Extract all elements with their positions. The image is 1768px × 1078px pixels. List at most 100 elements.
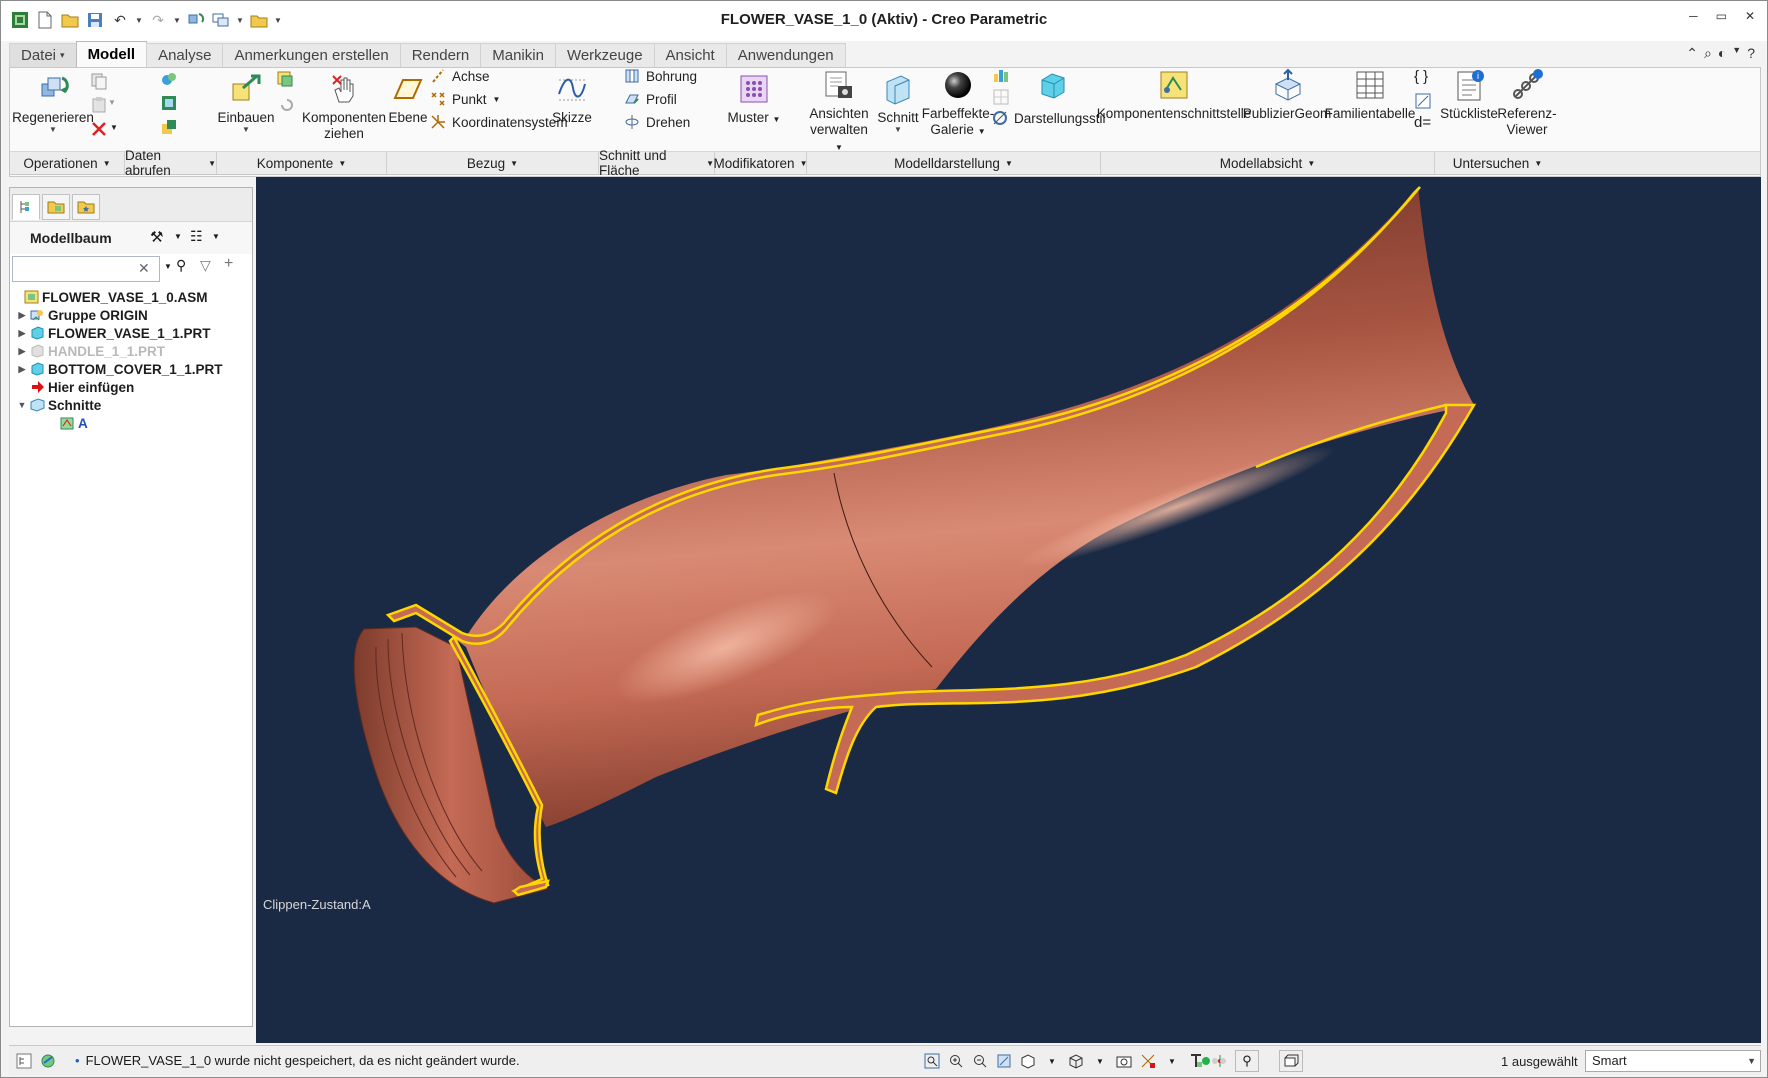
add-column-icon[interactable]: + bbox=[224, 255, 233, 273]
selection-filter-select[interactable]: Smart ▼ bbox=[1585, 1050, 1761, 1072]
undo-dropdown-icon[interactable]: ▼ bbox=[134, 9, 144, 31]
group-modifikatoren[interactable]: Modifikatoren ▼ bbox=[714, 152, 807, 174]
saved-orientations-icon[interactable] bbox=[1019, 1052, 1037, 1070]
community-icon[interactable]: ◐ bbox=[1718, 45, 1726, 62]
tree-item[interactable]: ▼ Schnitte bbox=[10, 396, 252, 414]
tree-expander[interactable]: ▶ bbox=[16, 310, 28, 321]
zoom-in-icon[interactable] bbox=[947, 1052, 965, 1070]
toggle-browser-icon[interactable] bbox=[39, 1052, 57, 1070]
minimize-button[interactable]: ─ bbox=[1689, 9, 1698, 23]
cube-display-icon[interactable] bbox=[1038, 70, 1068, 100]
display-style-status-icon[interactable] bbox=[1067, 1052, 1085, 1070]
copy-geom-icon[interactable] bbox=[160, 94, 178, 112]
tab-ansicht[interactable]: Ansicht bbox=[653, 43, 727, 67]
regenerate-button[interactable]: Regenerieren ▼ bbox=[12, 72, 94, 134]
tab-anwendungen[interactable]: Anwendungen bbox=[725, 43, 846, 67]
group-modellabsicht[interactable]: Modellabsicht ▼ bbox=[1101, 152, 1435, 174]
tree-settings-icon[interactable]: ⚒ bbox=[150, 228, 163, 246]
sketch-button[interactable]: Skizze bbox=[550, 72, 594, 126]
point-button[interactable]: Punkt ▼ bbox=[430, 91, 500, 107]
selection-box-icon[interactable] bbox=[1279, 1050, 1303, 1072]
assemble-button[interactable]: Einbauen ▼ bbox=[210, 72, 282, 134]
revolve-button[interactable]: Drehen bbox=[624, 114, 690, 130]
delete-icon[interactable] bbox=[90, 120, 108, 138]
save-icon[interactable] bbox=[84, 9, 106, 31]
shrinkwrap-icon[interactable] bbox=[160, 70, 178, 88]
tree-columns-dropdown-icon[interactable]: ▼ bbox=[212, 232, 220, 241]
display-style-button[interactable]: Darstellungsstil bbox=[992, 110, 1106, 126]
tree-expander[interactable]: ▶ bbox=[16, 364, 28, 375]
reference-viewer-button[interactable]: Referenz- Viewer bbox=[1494, 68, 1560, 138]
bill-of-materials-button[interactable]: i Stückliste bbox=[1438, 68, 1500, 122]
tree-item[interactable]: Hier einfügen bbox=[10, 378, 252, 396]
redo-dropdown-icon[interactable]: ▼ bbox=[172, 9, 182, 31]
tree-item[interactable]: ▶ FLOWER_VASE_1_1.PRT bbox=[10, 324, 252, 342]
create-component-icon[interactable] bbox=[276, 70, 294, 88]
app-logo-icon[interactable] bbox=[9, 9, 31, 31]
camera-icon[interactable] bbox=[1115, 1052, 1133, 1070]
parameters-icon[interactable] bbox=[1414, 92, 1432, 110]
csys-button[interactable]: Koordinatensystem bbox=[430, 114, 568, 130]
clear-search-icon[interactable]: ✕ bbox=[138, 260, 150, 277]
component-interface-button[interactable]: Komponentenschnittstelle bbox=[1097, 68, 1251, 122]
dimension-label-icon[interactable]: d= bbox=[1414, 114, 1431, 131]
hole-button[interactable]: Bohrung bbox=[624, 68, 697, 84]
delete-dropdown-icon[interactable]: ▼ bbox=[110, 123, 118, 132]
profile-button[interactable]: Profil bbox=[624, 91, 677, 107]
family-table-button[interactable]: Familientabelle bbox=[1325, 68, 1415, 122]
search-icon[interactable]: ⌕ bbox=[1704, 45, 1712, 62]
group-operationen[interactable]: Operationen ▼ bbox=[10, 152, 125, 174]
manage-views-button[interactable]: Ansichten verwalten ▼ bbox=[806, 68, 872, 156]
appearance-gallery-button[interactable]: Farbeffekte- Galerie ▼ bbox=[918, 68, 998, 140]
group-daten-abrufen[interactable]: Daten abrufen ▼ bbox=[125, 148, 217, 178]
tab-analyse[interactable]: Analyse bbox=[146, 43, 224, 67]
windows-dropdown-icon[interactable]: ▼ bbox=[235, 9, 245, 31]
paste-icon[interactable] bbox=[90, 96, 108, 114]
tab-folder-browser[interactable] bbox=[42, 194, 70, 220]
tab-model-tree[interactable] bbox=[12, 194, 40, 220]
tree-columns-icon[interactable]: ☷ bbox=[190, 228, 203, 245]
tree-item[interactable]: ▶ HANDLE_1_1.PRT bbox=[10, 342, 252, 360]
drag-components-button[interactable]: Komponenten ziehen bbox=[302, 72, 386, 142]
tree-expander[interactable]: ▶ bbox=[16, 328, 28, 339]
repaint-icon[interactable] bbox=[995, 1052, 1013, 1070]
customize-toolbar-icon[interactable]: ▼ bbox=[273, 9, 283, 31]
close-button[interactable]: ✕ bbox=[1745, 9, 1755, 23]
axis-button[interactable]: Achse bbox=[430, 68, 490, 84]
refit-icon[interactable] bbox=[923, 1052, 941, 1070]
collapse-ribbon-icon[interactable]: ⌃ bbox=[1686, 45, 1698, 62]
tab-anmerkungen[interactable]: Anmerkungen erstellen bbox=[222, 43, 401, 67]
graphics-viewport[interactable]: Clippen-Zustand:A bbox=[256, 177, 1761, 1043]
tree-item[interactable]: ▶ BOTTOM_COVER_1_1.PRT bbox=[10, 360, 252, 378]
toggle-navigator-icon[interactable] bbox=[15, 1052, 33, 1070]
regenerate-small-icon[interactable] bbox=[185, 9, 207, 31]
zoom-out-icon[interactable] bbox=[971, 1052, 989, 1070]
close-window-folder-icon[interactable] bbox=[248, 9, 270, 31]
datum-dropdown-icon[interactable]: ▼ bbox=[1163, 1052, 1181, 1070]
search-dropdown-icon[interactable]: ▼ bbox=[164, 262, 172, 271]
publish-geom-button[interactable]: PublizierGeom bbox=[1243, 68, 1331, 122]
undo-icon[interactable]: ↶ bbox=[109, 9, 131, 31]
tab-werkzeuge[interactable]: Werkzeuge bbox=[554, 43, 655, 67]
group-modelldarstellung[interactable]: Modelldarstellung ▼ bbox=[807, 152, 1101, 174]
paste-dropdown-icon[interactable]: ▼ bbox=[108, 98, 116, 107]
pattern-button[interactable]: Muster ▼ bbox=[724, 72, 784, 128]
redo-icon[interactable]: ↷ bbox=[147, 9, 169, 31]
tree-item[interactable]: FLOWER_VASE_1_0.ASM bbox=[10, 288, 252, 306]
tree-settings-dropdown-icon[interactable]: ▼ bbox=[174, 232, 182, 241]
orientations-dropdown-icon[interactable]: ▼ bbox=[1043, 1052, 1061, 1070]
tree-item[interactable]: ▶ Gruppe ORIGIN bbox=[10, 306, 252, 324]
find-icon[interactable]: ⚲ bbox=[1235, 1050, 1259, 1072]
section-button[interactable]: Schnitt ▼ bbox=[872, 72, 924, 134]
filter-icon[interactable]: ▽ bbox=[200, 257, 211, 274]
datum-display-icon[interactable] bbox=[1139, 1052, 1157, 1070]
group-bezug[interactable]: Bezug ▼ bbox=[387, 152, 599, 174]
group-schnitt-flaeche[interactable]: Schnitt und Fläche ▼ bbox=[599, 148, 715, 178]
copy-icon[interactable] bbox=[90, 72, 108, 90]
community-dropdown-icon[interactable]: ▼ bbox=[1732, 45, 1741, 62]
plane-button[interactable]: Ebene bbox=[388, 72, 428, 126]
tab-modell[interactable]: Modell bbox=[75, 41, 148, 67]
display-style-dropdown-icon[interactable]: ▼ bbox=[1091, 1052, 1109, 1070]
open-file-icon[interactable] bbox=[59, 9, 81, 31]
group-komponente[interactable]: Komponente ▼ bbox=[217, 152, 387, 174]
